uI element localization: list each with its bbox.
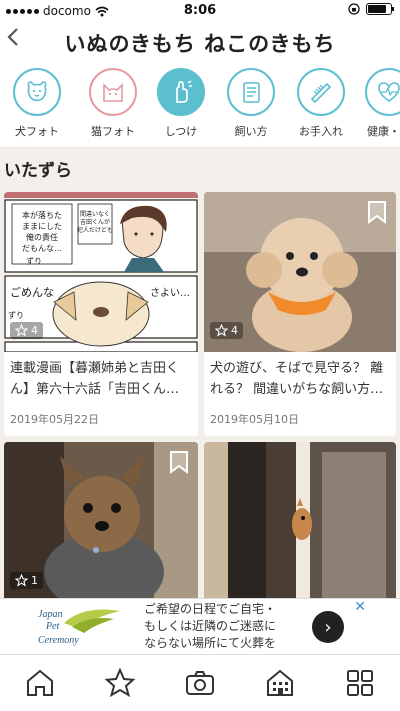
logo-line-2: Pet [45, 621, 60, 632]
like-count: 4 [10, 322, 43, 339]
category-label: 飼い方 [234, 125, 268, 138]
bookmark-icon [170, 451, 188, 474]
comic-sorry: ごめんな [10, 285, 54, 299]
building-icon [267, 669, 293, 696]
battery-icon [366, 3, 394, 15]
status-bar: docomo 8:06 [0, 0, 400, 22]
comic-sfx-2: ずり [8, 310, 24, 320]
bottom-tab-bar [0, 654, 400, 711]
tab-menu[interactable] [344, 667, 376, 699]
category-nav: 犬フォト 猫フォト しつけ 飼い方 お手入れ 健康・病 [0, 60, 400, 148]
article-card[interactable]: 1 [4, 442, 198, 602]
tab-home[interactable] [24, 667, 56, 699]
tab-facilities[interactable] [264, 667, 296, 699]
logo-line-1: Japan [38, 609, 62, 620]
category-cat-photo[interactable]: 猫フォト [82, 68, 144, 139]
health-heart-icon [365, 68, 400, 116]
category-label: お手入れ [299, 125, 343, 138]
ad-close-button[interactable]: ✕ [354, 599, 366, 615]
article-card[interactable] [204, 442, 396, 602]
close-icon: ✕ [354, 599, 366, 615]
like-count: 4 [210, 322, 243, 339]
chevron-right-icon: › [324, 616, 332, 638]
ad-line: ご希望の日程でご自宅・ [144, 602, 277, 616]
orientation-lock-icon [348, 3, 360, 15]
shiba-photo [204, 442, 396, 602]
grid-menu-icon [347, 670, 373, 696]
camera-icon [186, 671, 214, 695]
cat-icon [89, 68, 137, 116]
comic-sayo: さよい… [150, 287, 190, 299]
category-dog-photo[interactable]: 犬フォト [6, 68, 68, 139]
japan-pet-ceremony-logo: Japan Pet Ceremony [38, 609, 120, 646]
category-label: 犬フォト [15, 125, 59, 138]
article-title-line: れる？ 間違いがちな飼い方… [210, 382, 384, 397]
article-card[interactable]: 4 犬の遊び、そばで見守る？ 離 れる？ 間違いがちな飼い方… 2019年05月… [204, 192, 396, 436]
section-title: いたずら [4, 161, 72, 181]
status-time: 8:06 [183, 3, 217, 18]
bookmark-icon [368, 201, 386, 224]
star-icon [15, 324, 28, 337]
category-health[interactable]: 健康・病 [358, 68, 400, 139]
article-date: 2019年05月10日 [210, 413, 299, 426]
like-count-value: 1 [31, 574, 38, 587]
category-training[interactable]: しつけ [150, 68, 212, 139]
like-count-value: 4 [31, 324, 38, 337]
category-grooming[interactable]: お手入れ [290, 68, 352, 139]
bookmark-icon [170, 201, 188, 224]
like-count-value: 4 [231, 324, 238, 337]
home-icon [27, 669, 53, 696]
comic-sfx: ずり [26, 256, 42, 266]
category-label: 猫フォト [91, 125, 135, 138]
article-title-line: ん】第六十六話「吉田くん… [10, 382, 180, 397]
article-title-line: 連載漫画【暮瀬姉弟と吉田く [10, 361, 180, 376]
comb-icon [297, 68, 345, 116]
ad-line: ならない場所にて火葬を [144, 636, 277, 650]
bookmark-button[interactable] [169, 450, 189, 478]
category-label: しつけ [164, 125, 198, 138]
ad-banner[interactable]: Japan Pet Ceremony ご希望の日程でご自宅・ もしくは近隣のご迷… [0, 598, 400, 654]
bookmark-button[interactable] [367, 200, 387, 228]
like-count: 1 [10, 572, 43, 589]
app-header: いぬのきもち ねこのきもち [0, 22, 400, 60]
book-icon [227, 68, 275, 116]
category-label: 健康・病 [367, 125, 400, 138]
bookmark-button[interactable] [169, 200, 189, 228]
status-right [348, 3, 394, 15]
category-care[interactable]: 飼い方 [220, 68, 282, 139]
article-title: 犬の遊び、そばで見守る？ 離 れる？ 間違いがちな飼い方… [210, 358, 390, 400]
dog-icon [13, 68, 61, 116]
tab-camera[interactable] [184, 667, 216, 699]
article-date: 2019年05月22日 [10, 413, 99, 426]
logo-line-3: Ceremony [38, 635, 79, 646]
training-hand-icon [157, 68, 205, 116]
comic-bubble-small: 間違いなく吉田くんが犯人だけども [77, 210, 113, 234]
ad-arrow-button[interactable]: › [312, 611, 344, 643]
brand-logo[interactable]: いぬのきもち ねこのきもち [0, 28, 400, 58]
ad-copy: ご希望の日程でご自宅・ もしくは近隣のご迷惑に ならない場所にて火葬を [144, 601, 304, 652]
tab-favorites[interactable] [104, 667, 136, 699]
star-icon [104, 667, 136, 698]
article-title: 連載漫画【暮瀬姉弟と吉田く ん】第六十六話「吉田くん… [10, 358, 192, 400]
article-card[interactable]: 本が落ちたままにした俺の責任だもんな… 間違いなく吉田くんが犯人だけども ずり … [4, 192, 198, 436]
star-icon [15, 574, 28, 587]
star-icon [215, 324, 228, 337]
ad-line: もしくは近隣のご迷惑に [144, 619, 277, 633]
article-title-line: 犬の遊び、そばで見守る？ 離 [210, 361, 384, 376]
